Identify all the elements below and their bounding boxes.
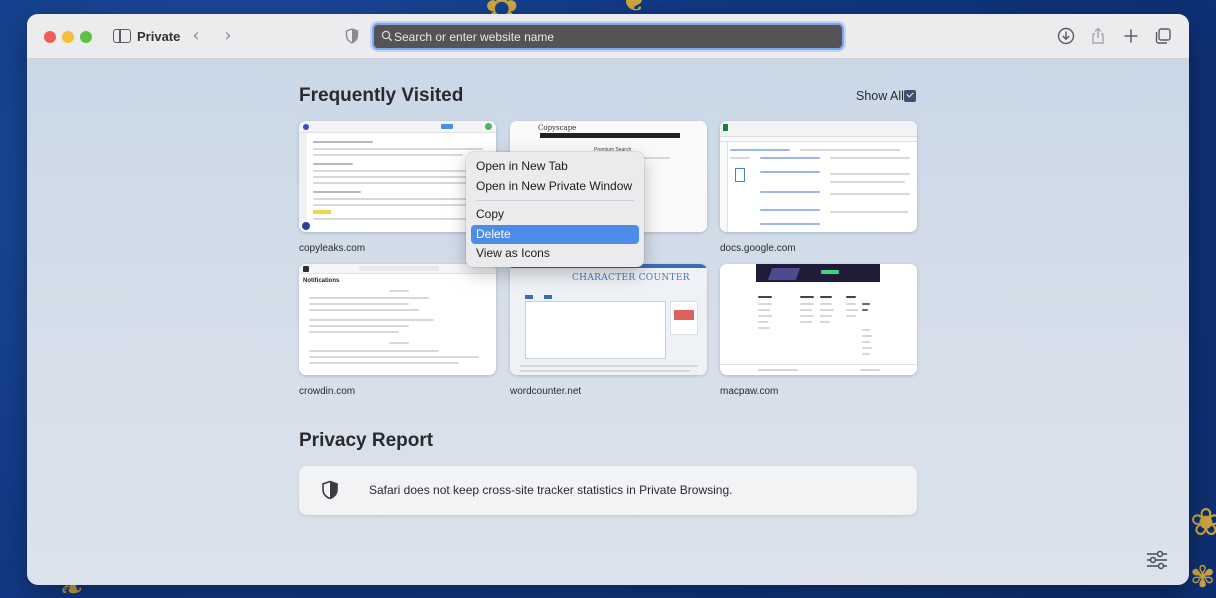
minimize-window-button[interactable] xyxy=(62,31,74,43)
address-bar[interactable] xyxy=(372,23,844,50)
tile-label: docs.google.com xyxy=(720,243,796,254)
copyscape-logo-text: Copyscape xyxy=(538,124,577,132)
address-input[interactable] xyxy=(394,25,834,48)
customize-start-page-icon[interactable] xyxy=(1145,550,1169,570)
tile-label: wordcounter.net xyxy=(510,386,582,397)
menu-item-open-new-private-window[interactable]: Open in New Private Window xyxy=(471,177,639,197)
menu-item-view-as-icons[interactable]: View as Icons xyxy=(471,244,639,264)
notifications-heading-text: Notifications xyxy=(303,278,340,284)
safari-window: Private ‹ › Search or enter website name… xyxy=(27,14,1189,585)
menu-item-open-new-tab[interactable]: Open in New Tab xyxy=(471,157,639,177)
zoom-window-button[interactable] xyxy=(80,31,92,43)
menu-item-copy[interactable]: Copy xyxy=(471,205,639,225)
close-window-button[interactable] xyxy=(44,31,56,43)
character-counter-heading-text: CHARACTER COUNTER xyxy=(572,273,690,283)
wallpaper-ornament: ✾ xyxy=(1190,560,1216,595)
sidebar-toggle-icon[interactable] xyxy=(113,29,131,43)
forward-button[interactable]: › xyxy=(219,25,237,47)
privacy-shield-icon[interactable] xyxy=(345,28,359,44)
search-icon xyxy=(381,30,393,42)
private-mode-label[interactable]: Private xyxy=(137,29,180,44)
toolbar: Private ‹ › xyxy=(27,14,1189,59)
wallpaper-ornament: ❀ xyxy=(1190,500,1216,544)
frequent-site-tile-google-docs[interactable] xyxy=(720,121,917,232)
tile-context-menu: Open in New Tab Open in New Private Wind… xyxy=(466,152,644,267)
menu-item-delete[interactable]: Delete xyxy=(471,224,639,244)
frequent-site-tile-wordcounter[interactable]: CHARACTER COUNTER xyxy=(510,264,707,375)
frequent-site-tile-crowdin[interactable]: Notifications xyxy=(299,264,496,375)
frequently-visited-heading: Frequently Visited xyxy=(299,85,464,106)
privacy-report-message: Safari does not keep cross-site tracker … xyxy=(369,483,733,497)
tile-label: macpaw.com xyxy=(720,386,779,397)
downloads-icon[interactable] xyxy=(1056,26,1076,46)
show-all-button[interactable]: Show All xyxy=(856,89,904,103)
show-all-toggle-icon[interactable] xyxy=(904,90,916,102)
privacy-report-card[interactable]: Safari does not keep cross-site tracker … xyxy=(299,466,917,515)
frequent-site-tile-macpaw[interactable] xyxy=(720,264,917,375)
menu-separator xyxy=(476,200,634,201)
tile-label: crowdin.com xyxy=(299,386,356,397)
back-button[interactable]: ‹ xyxy=(187,25,205,47)
tile-label: copyleaks.com xyxy=(299,243,366,254)
privacy-report-heading: Privacy Report xyxy=(299,430,434,451)
tab-overview-icon[interactable] xyxy=(1153,26,1173,46)
shield-icon xyxy=(322,480,338,500)
new-tab-icon[interactable] xyxy=(1121,26,1141,46)
share-icon[interactable] xyxy=(1088,26,1108,46)
